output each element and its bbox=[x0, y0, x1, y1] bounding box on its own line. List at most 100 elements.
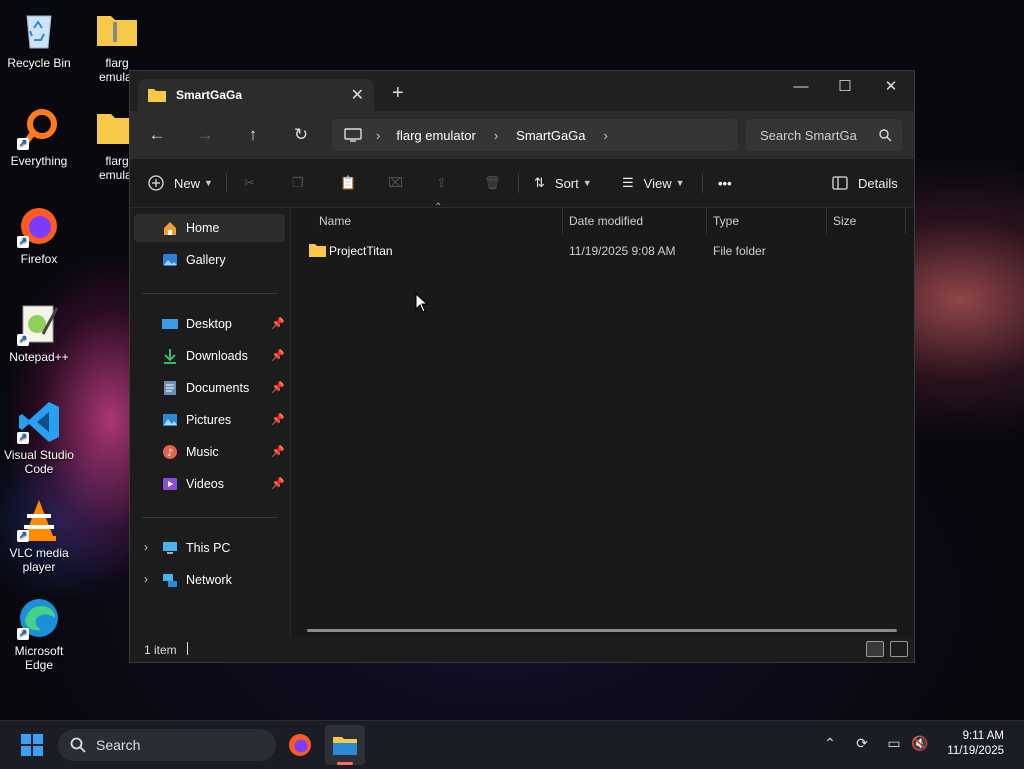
sidebar-item-music[interactable]: ♪ Music 📌 bbox=[134, 438, 285, 466]
column-header-type[interactable]: Type bbox=[713, 208, 739, 234]
sync-icon[interactable]: ⟳ bbox=[852, 735, 872, 755]
sidebar-item-documents[interactable]: Documents 📌 bbox=[134, 374, 285, 402]
column-header-date-modified[interactable]: Date modified bbox=[569, 208, 643, 234]
rename-button[interactable]: ⌧ bbox=[388, 171, 403, 195]
sort-button[interactable]: ⇅ Sort ▼ bbox=[534, 171, 592, 195]
forward-button[interactable]: → bbox=[192, 123, 218, 147]
everything-icon: ↗ bbox=[17, 106, 61, 150]
pin-icon[interactable]: 📌 bbox=[271, 381, 285, 394]
column-divider[interactable] bbox=[826, 208, 827, 234]
sidebar-item-desktop[interactable]: Desktop 📌 bbox=[134, 310, 285, 338]
more-options-button[interactable]: ••• bbox=[718, 171, 732, 195]
add-circle-icon bbox=[148, 175, 164, 191]
desktop-icon-recycle-bin[interactable]: Recycle Bin bbox=[0, 8, 78, 70]
sidebar-item-label: This PC bbox=[186, 541, 231, 555]
close-window-button[interactable]: ✕ bbox=[868, 71, 914, 101]
breadcrumb-smartgaga[interactable]: SmartGaGa bbox=[516, 128, 585, 143]
chevron-up-icon[interactable]: ⌃ bbox=[820, 735, 840, 755]
details-pane-button[interactable]: Details bbox=[832, 171, 898, 195]
toolbar-divider bbox=[226, 173, 227, 193]
column-header-size[interactable]: Size bbox=[833, 208, 856, 234]
pin-icon[interactable]: 📌 bbox=[271, 349, 285, 362]
view-button[interactable]: ☰ View ▼ bbox=[622, 171, 685, 195]
share-button[interactable]: ⇪ bbox=[436, 171, 447, 195]
notepad-plus-plus-icon: ↗ bbox=[17, 302, 61, 346]
desktop-icon-edge[interactable]: ↗ Microsoft Edge bbox=[0, 596, 78, 672]
details-view-toggle[interactable] bbox=[866, 641, 884, 657]
mouse-cursor-icon bbox=[415, 293, 429, 313]
table-row[interactable]: ProjectTitan 11/19/2025 9:08 AM File fol… bbox=[305, 240, 905, 262]
address-bar[interactable]: › flarg emulator › SmartGaGa › bbox=[332, 119, 738, 151]
column-header-name[interactable]: Name bbox=[319, 208, 351, 234]
search-input[interactable]: Search SmartGa bbox=[746, 119, 902, 151]
tab-title: SmartGaGa bbox=[176, 88, 243, 102]
taskbar-firefox[interactable] bbox=[280, 725, 320, 765]
gallery-icon bbox=[162, 252, 178, 268]
system-clock[interactable]: 9:11 AM 11/19/2025 bbox=[947, 729, 1004, 759]
sidebar-item-downloads[interactable]: Downloads 📌 bbox=[134, 342, 285, 370]
sidebar-item-this-pc[interactable]: › This PC bbox=[134, 534, 285, 562]
delete-button[interactable]: 🗑 bbox=[484, 171, 501, 195]
chevron-right-icon[interactable]: › bbox=[376, 128, 380, 143]
desktop-icon-vscode[interactable]: ↗ Visual Studio Code bbox=[0, 400, 78, 476]
pin-icon[interactable]: 📌 bbox=[271, 477, 285, 490]
chevron-down-icon: ▼ bbox=[582, 178, 592, 188]
toolbar-divider bbox=[518, 173, 519, 193]
breadcrumb-flarg-emulator[interactable]: flarg emulator bbox=[396, 128, 475, 143]
desktop-icon-firefox[interactable]: ↗ Firefox bbox=[0, 204, 78, 266]
large-icons-view-toggle[interactable] bbox=[890, 641, 908, 657]
chevron-right-icon[interactable]: › bbox=[144, 572, 148, 586]
sidebar-item-label: Documents bbox=[186, 381, 250, 395]
desktop-icon-label: Firefox bbox=[20, 252, 58, 266]
close-tab-icon[interactable]: ✕ bbox=[351, 85, 364, 105]
chevron-right-icon[interactable]: › bbox=[494, 128, 498, 143]
active-app-indicator bbox=[337, 762, 353, 765]
horizontal-scrollbar[interactable] bbox=[307, 629, 897, 632]
maximize-button[interactable]: ☐ bbox=[822, 71, 868, 101]
sidebar-item-label: Network bbox=[186, 573, 232, 587]
chevron-down-icon: ▼ bbox=[675, 178, 685, 188]
tab-smartgaga[interactable]: SmartGaGa ✕ bbox=[138, 79, 374, 111]
chevron-right-icon[interactable]: › bbox=[604, 128, 608, 143]
column-divider[interactable] bbox=[562, 208, 563, 234]
minimize-button[interactable]: — bbox=[778, 71, 824, 101]
volume-muted-icon[interactable]: 🔇 bbox=[910, 735, 930, 755]
firefox-icon bbox=[289, 734, 311, 756]
sort-icon: ⇅ bbox=[534, 175, 545, 190]
new-tab-button[interactable]: + bbox=[392, 83, 404, 103]
new-button[interactable]: New ▼ bbox=[148, 171, 213, 195]
clock-time: 9:11 AM bbox=[962, 730, 1004, 742]
file-explorer-icon bbox=[333, 737, 357, 755]
sidebar-item-pictures[interactable]: Pictures 📌 bbox=[134, 406, 285, 434]
status-divider bbox=[187, 642, 188, 655]
up-button[interactable]: ↑ bbox=[240, 123, 266, 147]
desktop-icon-vlc[interactable]: ↗ VLC media player bbox=[0, 498, 78, 574]
chevron-right-icon[interactable]: › bbox=[144, 540, 148, 554]
sidebar-item-label: Downloads bbox=[186, 349, 248, 363]
pin-icon[interactable]: 📌 bbox=[271, 445, 285, 458]
desktop-icon-notepad-plus-plus[interactable]: ↗ Notepad++ bbox=[0, 302, 78, 364]
sidebar-item-home[interactable]: Home bbox=[134, 214, 285, 242]
title-bar[interactable]: SmartGaGa ✕ + — ☐ ✕ bbox=[130, 71, 914, 111]
column-divider[interactable] bbox=[706, 208, 707, 234]
pin-icon[interactable]: 📌 bbox=[271, 413, 285, 426]
sidebar-item-gallery[interactable]: Gallery bbox=[134, 246, 285, 274]
shortcut-arrow-icon: ↗ bbox=[17, 138, 29, 150]
sort-ascending-icon: ⌃ bbox=[434, 202, 443, 213]
sidebar-item-network[interactable]: › Network bbox=[134, 566, 285, 594]
copy-button[interactable]: ❐ bbox=[292, 171, 304, 195]
back-button[interactable]: ← bbox=[144, 123, 170, 147]
refresh-button[interactable]: ↻ bbox=[288, 123, 314, 147]
view-list-icon: ☰ bbox=[622, 175, 634, 190]
start-button[interactable] bbox=[12, 725, 52, 765]
display-icon[interactable]: ▭ bbox=[884, 735, 904, 755]
cut-button[interactable]: ✂ bbox=[244, 171, 255, 195]
sidebar-item-videos[interactable]: Videos 📌 bbox=[134, 470, 285, 498]
desktop-icon-everything[interactable]: ↗ Everything bbox=[0, 106, 78, 168]
file-type: File folder bbox=[713, 244, 766, 258]
taskbar-file-explorer[interactable] bbox=[325, 725, 365, 765]
taskbar-search-box[interactable]: Search bbox=[58, 729, 276, 761]
paste-button[interactable]: 📋 bbox=[340, 171, 356, 195]
column-divider[interactable] bbox=[905, 208, 906, 234]
pin-icon[interactable]: 📌 bbox=[271, 317, 285, 330]
